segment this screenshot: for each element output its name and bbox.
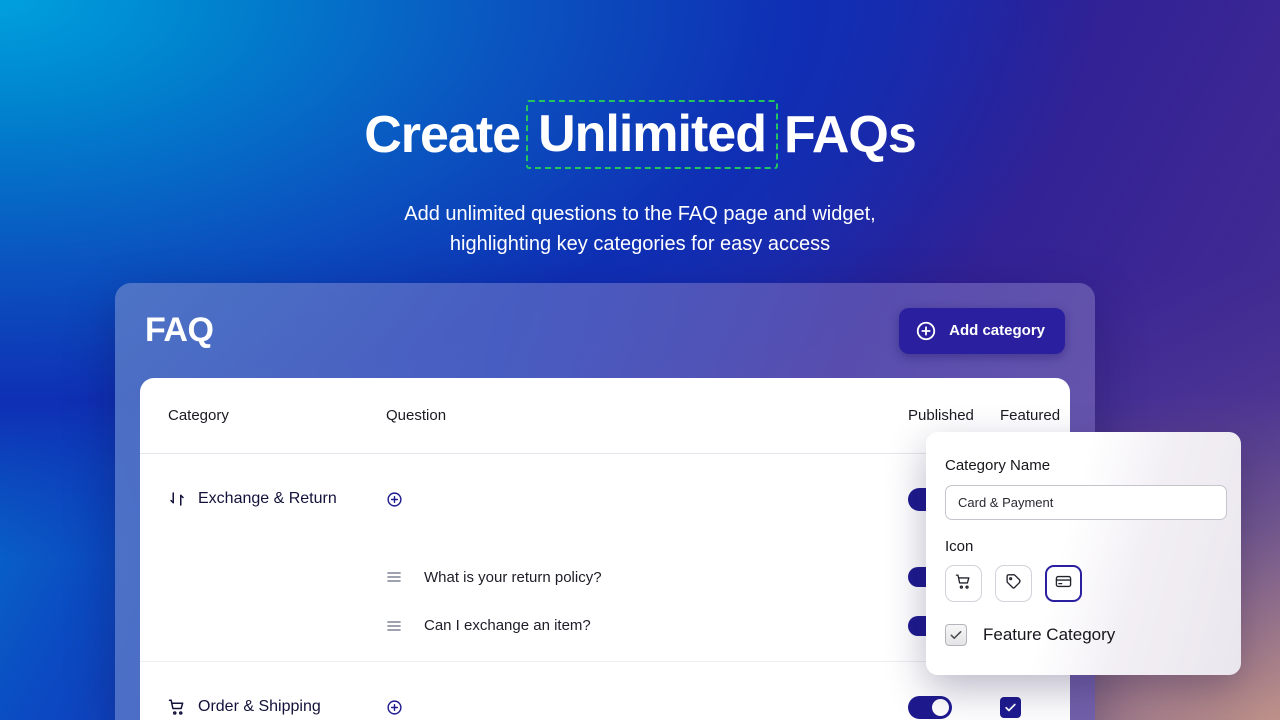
subtitle-line-1: Add unlimited questions to the FAQ page … [0,199,1280,229]
hero-section: Create Unlimited FAQs Add unlimited ques… [0,0,1280,259]
published-toggle[interactable] [908,696,952,719]
headline-part-2: FAQs [784,109,916,161]
shopping-cart-icon [168,698,186,716]
shopping-cart-icon [955,573,972,595]
published-cell [908,696,1000,719]
category-editor-modal: Category Name Icon [926,432,1241,675]
headline-highlight: Unlimited [526,100,778,169]
icon-picker [945,565,1241,602]
category-name-label: Category Name [945,457,1241,474]
drag-handle-icon[interactable] [386,619,402,633]
credit-card-icon [1055,573,1072,595]
question-label: Can I exchange an item? [424,617,591,634]
header-published: Published [908,407,1000,424]
icon-label: Icon [945,538,1241,555]
page-headline: Create Unlimited FAQs [0,100,1280,169]
page-title: FAQ [145,311,213,350]
icon-option-shopping-cart[interactable] [945,565,982,602]
icon-option-tag[interactable] [995,565,1032,602]
question-cell [386,699,908,716]
add-category-label: Add category [949,322,1045,339]
header-featured: Featured [1000,407,1070,424]
question-cell [386,491,908,508]
subtitle-line-2: highlighting key categories for easy acc… [0,229,1280,259]
add-category-button[interactable]: Add category [899,308,1065,354]
plus-circle-icon [915,320,937,342]
question-label: What is your return policy? [424,569,602,586]
add-question-icon[interactable] [386,699,403,716]
exchange-arrows-icon [168,490,186,508]
category-cell: Exchange & Return [168,490,386,508]
header-question: Question [386,407,908,424]
panel-header: FAQ Add category [115,283,1095,378]
category-name-input[interactable] [945,485,1227,520]
question-cell: Can I exchange an item? [386,617,908,634]
page-subtitle: Add unlimited questions to the FAQ page … [0,199,1280,259]
add-question-icon[interactable] [386,491,403,508]
header-category: Category [168,407,386,424]
feature-category-row[interactable]: Feature Category [945,624,1241,646]
icon-option-credit-card[interactable] [1045,565,1082,602]
question-cell: What is your return policy? [386,569,908,586]
tag-icon [1005,573,1022,595]
category-cell: Order & Shipping [168,698,386,716]
headline-part-1: Create [364,109,520,161]
featured-cell [1000,697,1070,718]
feature-category-checkbox[interactable] [945,624,967,646]
drag-handle-icon[interactable] [386,570,402,584]
category-label: Order & Shipping [198,698,321,716]
table-row[interactable]: Order & Shipping [140,676,1070,720]
featured-checkbox[interactable] [1000,697,1021,718]
category-label: Exchange & Return [198,490,337,508]
feature-category-label: Feature Category [983,625,1115,645]
